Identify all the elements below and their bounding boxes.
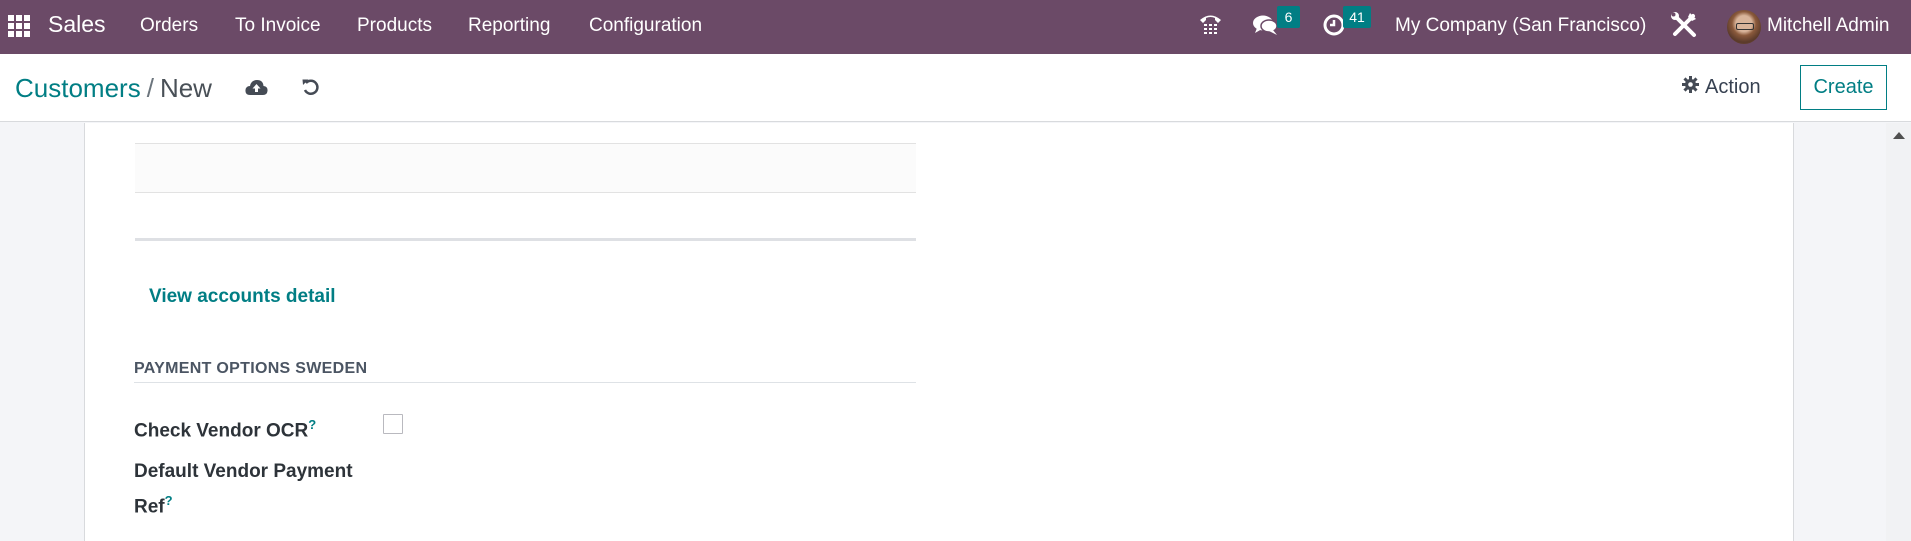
menu-orders[interactable]: Orders — [140, 15, 198, 37]
user-avatar[interactable] — [1727, 10, 1761, 44]
breadcrumb-customers[interactable]: Customers — [15, 73, 141, 103]
clock-icon[interactable] — [1323, 14, 1345, 36]
action-menu-button[interactable]: Action — [1682, 76, 1761, 99]
menu-products[interactable]: Products — [357, 15, 432, 37]
activities-count-badge: 41 — [1343, 6, 1371, 28]
accounts-table — [135, 143, 916, 241]
check-vendor-ocr-text: Check Vendor OCR — [134, 420, 309, 442]
breadcrumb-separator: / — [146, 73, 154, 103]
gear-icon — [1682, 76, 1699, 99]
tools-icon[interactable] — [1670, 11, 1698, 39]
help-tooltip-icon[interactable]: ? — [165, 493, 173, 508]
create-button[interactable]: Create — [1800, 65, 1887, 110]
apps-grid-icon[interactable] — [8, 15, 30, 37]
form-sheet: View accounts detail PAYMENT OPTIONS SWE… — [84, 123, 1794, 541]
control-panel: Customers / New Action Create — [0, 54, 1911, 122]
default-vendor-payment-ref-label: Default Vendor Payment Ref? — [134, 457, 353, 521]
help-tooltip-icon[interactable]: ? — [308, 417, 316, 432]
check-vendor-ocr-label: Check Vendor OCR? — [134, 410, 316, 445]
breadcrumb: Customers / New — [15, 73, 212, 104]
table-row — [135, 192, 916, 241]
chat-icon[interactable] — [1252, 14, 1280, 36]
breadcrumb-current: New — [159, 73, 212, 103]
check-vendor-ocr-checkbox[interactable] — [383, 414, 403, 434]
app-name[interactable]: Sales — [48, 11, 106, 38]
messages-count-badge: 6 — [1277, 6, 1300, 28]
menu-to-invoice[interactable]: To Invoice — [235, 15, 321, 37]
menu-configuration[interactable]: Configuration — [589, 15, 702, 37]
menu-reporting[interactable]: Reporting — [468, 15, 550, 37]
table-row — [135, 143, 916, 192]
phone-icon[interactable] — [1198, 12, 1223, 36]
user-menu[interactable]: Mitchell Admin — [1767, 15, 1890, 37]
view-accounts-detail-link[interactable]: View accounts detail — [149, 286, 336, 308]
top-navbar: Sales Orders To Invoice Products Reporti… — [0, 0, 1911, 54]
undo-icon[interactable] — [302, 78, 319, 96]
default-vendor-payment-ref-text-line1: Default Vendor Payment — [134, 461, 353, 482]
vertical-scrollbar[interactable] — [1886, 123, 1911, 541]
company-switcher[interactable]: My Company (San Francisco) — [1395, 15, 1646, 37]
action-label: Action — [1705, 76, 1761, 98]
scroll-up-arrow-icon[interactable] — [1893, 132, 1905, 139]
cloud-upload-icon[interactable] — [245, 79, 268, 96]
default-vendor-payment-ref-text-line2: Ref — [134, 496, 165, 518]
section-payment-options-sweden: PAYMENT OPTIONS SWEDEN — [134, 360, 916, 383]
